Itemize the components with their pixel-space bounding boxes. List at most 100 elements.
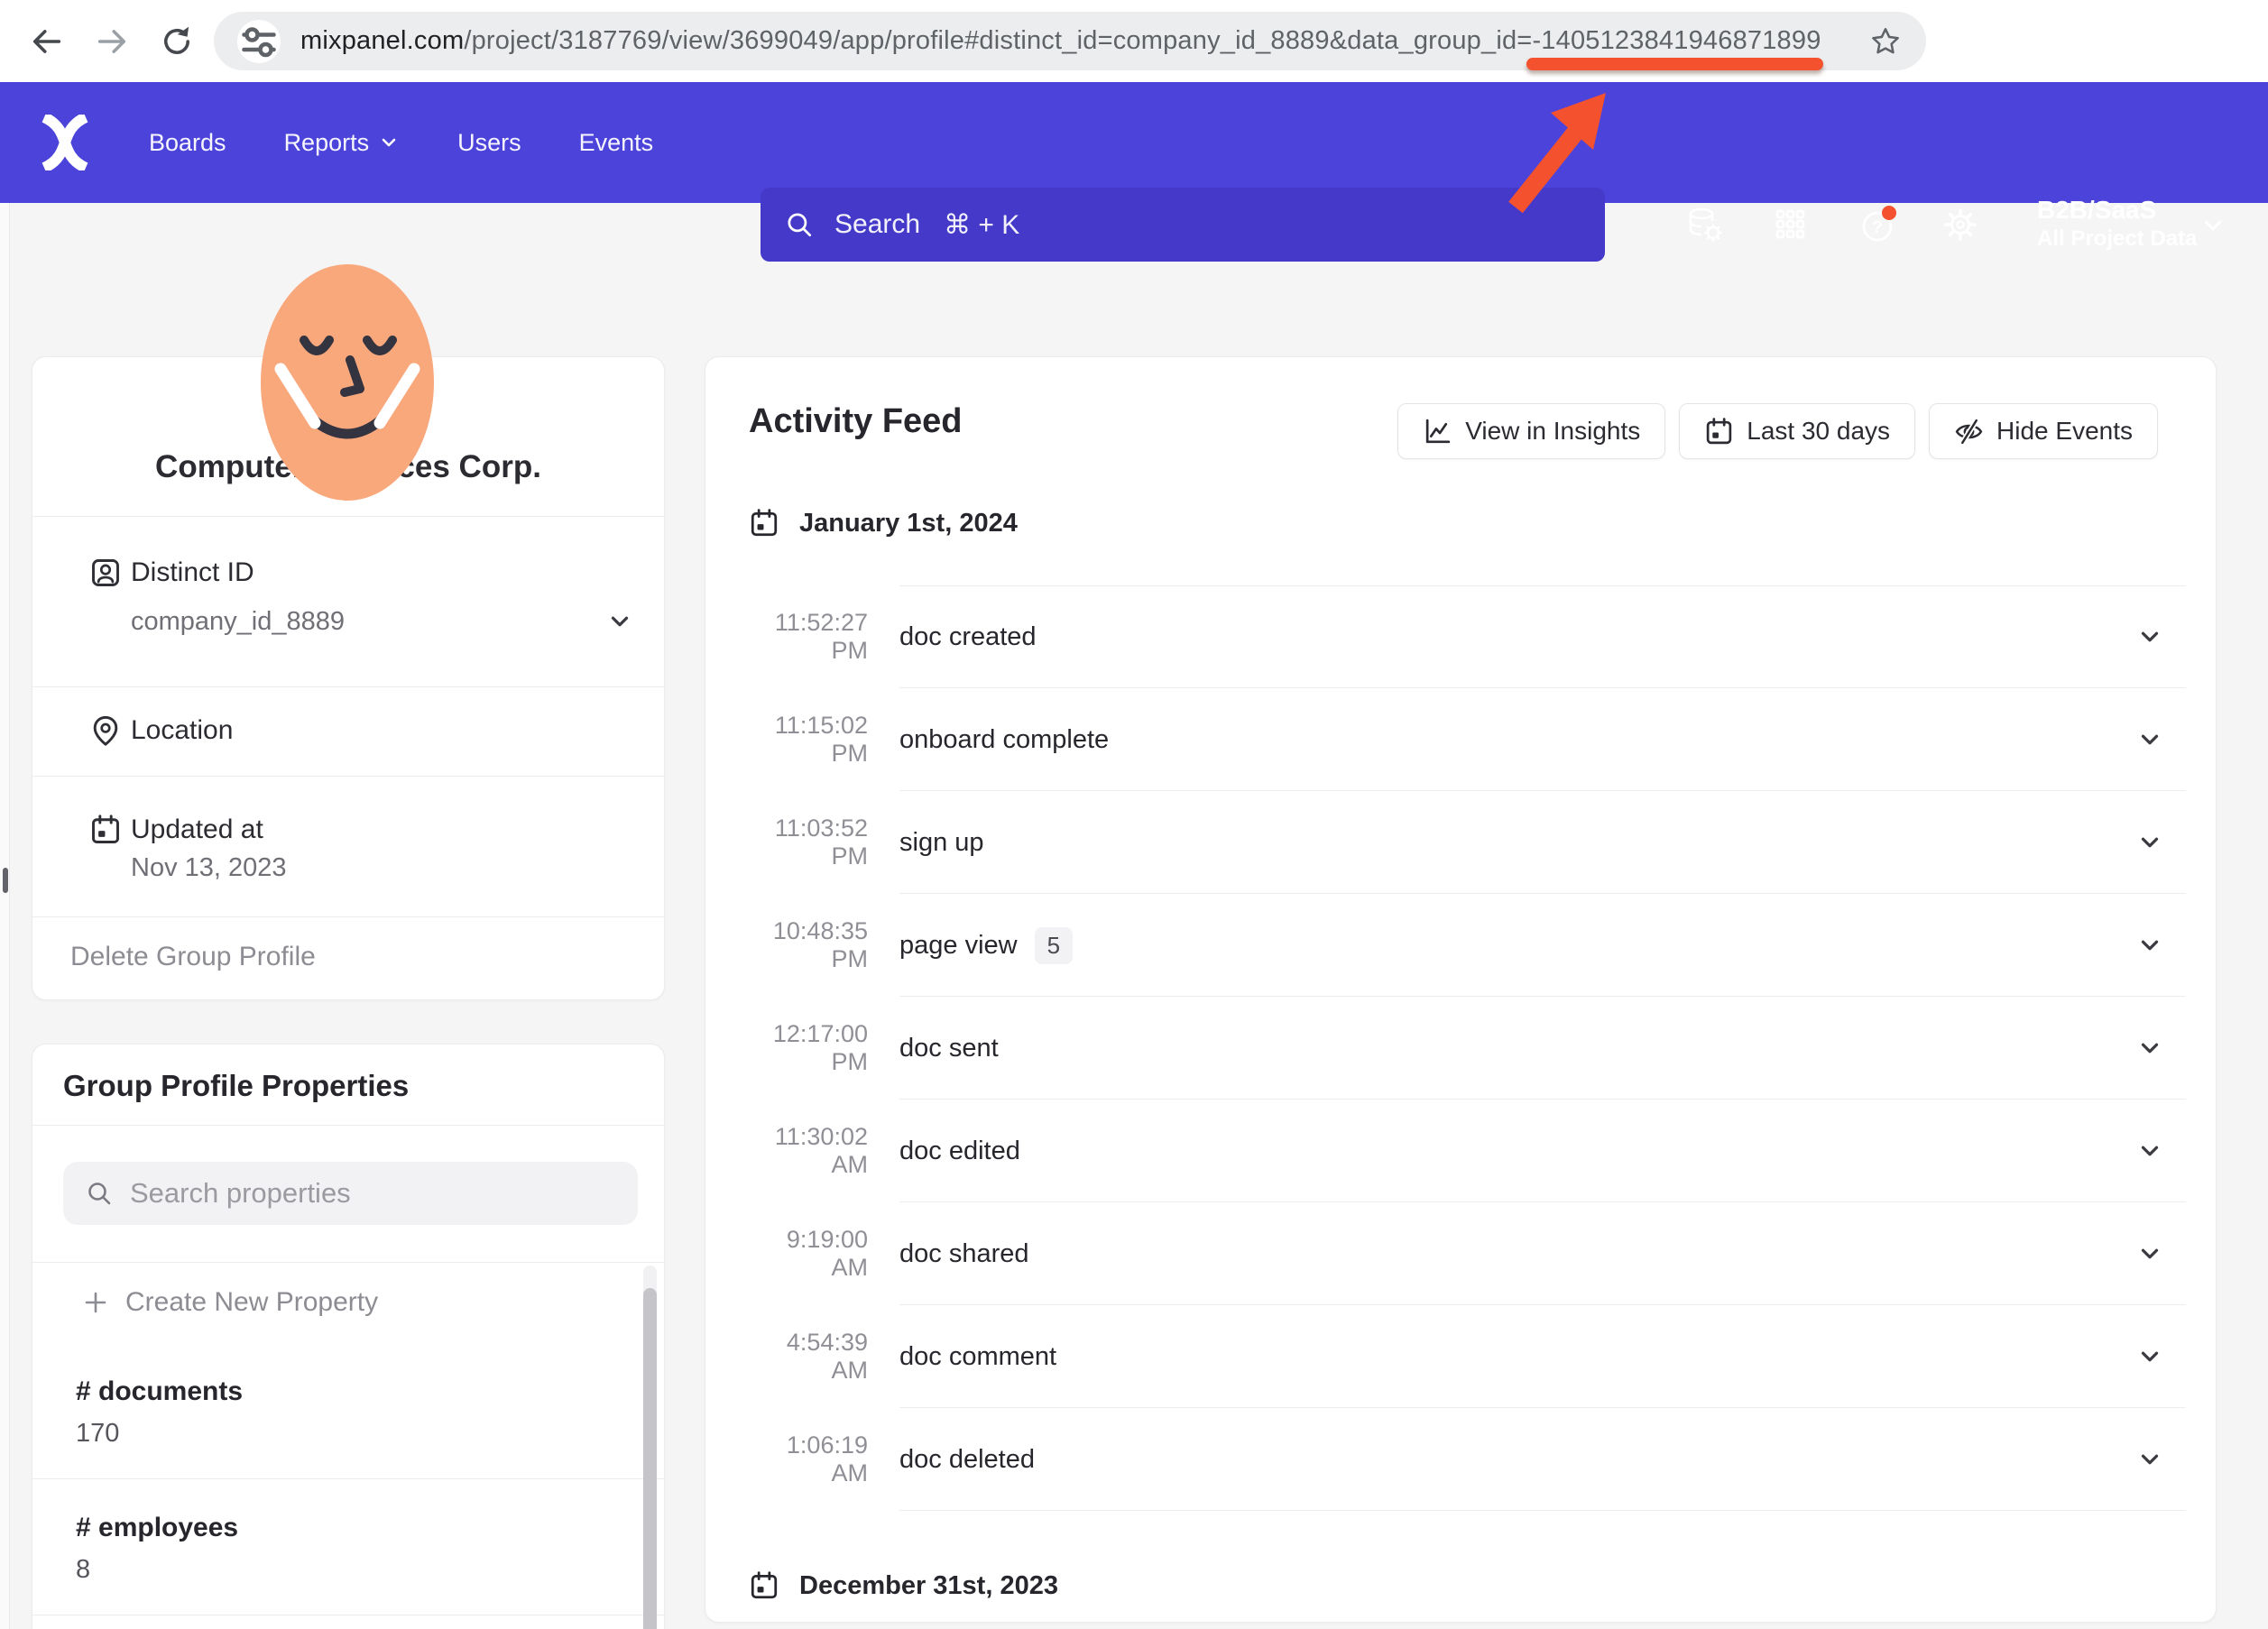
url-domain: mixpanel.com xyxy=(300,26,464,55)
activity-feed-card: Activity Feed View in Insights Last 30 d… xyxy=(705,356,2217,1623)
search-label: Search xyxy=(834,209,920,240)
create-new-property-button[interactable]: Create New Property xyxy=(32,1262,664,1343)
chart-line-icon xyxy=(1423,417,1452,446)
property-name: # employees xyxy=(76,1511,664,1545)
event-row[interactable]: 9:19:00 AM doc shared xyxy=(749,1202,2186,1305)
left-gutter xyxy=(0,203,10,1629)
feed-date-label: December 31st, 2023 xyxy=(799,1571,1058,1601)
event-time: 11:15:02 PM xyxy=(749,712,868,768)
project-name: B2B/SaaS xyxy=(2037,195,2197,225)
nav-item-label: Reports xyxy=(284,129,370,157)
event-row[interactable]: 11:15:02 PM onboard complete xyxy=(749,688,2186,791)
help-icon[interactable]: ? xyxy=(1859,205,1899,244)
properties-search[interactable] xyxy=(63,1162,638,1225)
chevron-down-icon[interactable] xyxy=(2136,623,2163,650)
feed-groups: January 1st, 2024 11:52:27 PM doc create… xyxy=(705,492,2216,1616)
site-controls-icon[interactable] xyxy=(237,20,281,63)
browser-window: mixpanel.com/project/3187769/view/369904… xyxy=(0,0,2268,1629)
field-label: Location xyxy=(131,715,233,746)
feed-header: Activity Feed View in Insights Last 30 d… xyxy=(705,357,2216,492)
browser-reload-icon[interactable] xyxy=(159,23,195,60)
plus-icon xyxy=(82,1289,109,1316)
browser-chrome: mixpanel.com/project/3187769/view/369904… xyxy=(0,0,2268,82)
nav-item-reports[interactable]: Reports xyxy=(284,129,401,157)
data-management-icon[interactable] xyxy=(1685,205,1725,244)
event-time: 10:48:35 PM xyxy=(749,917,868,973)
view-in-insights-button[interactable]: View in Insights xyxy=(1397,403,1665,459)
bookmark-star-icon[interactable] xyxy=(1868,24,1903,59)
event-name: doc created xyxy=(899,622,1037,652)
chevron-down-icon xyxy=(378,132,400,153)
nav-item-boards[interactable]: Boards xyxy=(149,129,226,157)
field-value: Nov 13, 2023 xyxy=(131,853,287,883)
url-highlighted-id: -1405123841946871899 xyxy=(1532,26,1821,55)
chevron-down-icon[interactable] xyxy=(2136,932,2163,959)
button-label: View in Insights xyxy=(1465,417,1640,446)
browser-forward-icon[interactable] xyxy=(94,23,130,60)
global-search-input[interactable]: Search ⌘ + K xyxy=(761,188,1605,262)
group-profile-properties-card: Group Profile Properties Create New Prop… xyxy=(32,1044,665,1629)
properties-title: Group Profile Properties xyxy=(63,1069,409,1103)
event-row[interactable]: 4:54:39 AM doc comment xyxy=(749,1305,2186,1408)
chevron-down-icon[interactable] xyxy=(2136,829,2163,856)
field-label: Distinct ID xyxy=(131,557,254,588)
calendar-icon xyxy=(749,508,779,538)
event-row[interactable]: 10:48:35 PM page view 5 xyxy=(749,894,2186,997)
event-list: 11:52:27 PM doc created 11:15:02 PM onbo… xyxy=(749,585,2186,1511)
url-path: /project/3187769/view/3699049/app/profil… xyxy=(464,26,1532,55)
event-name: doc deleted xyxy=(899,1445,1035,1475)
event-row[interactable]: 1:06:19 AM doc deleted xyxy=(749,1408,2186,1511)
scrollbar-thumb[interactable] xyxy=(643,1288,657,1629)
mixpanel-logo-icon[interactable] xyxy=(41,115,89,170)
create-new-property-label: Create New Property xyxy=(125,1287,378,1318)
property-name: # documents xyxy=(76,1375,664,1409)
chevron-down-icon[interactable] xyxy=(606,608,633,635)
properties-search-input[interactable] xyxy=(130,1177,599,1210)
nav-item-label: Boards xyxy=(149,129,226,157)
event-time: 9:19:00 AM xyxy=(749,1226,868,1282)
nav-item-label: Users xyxy=(457,129,521,157)
property-item[interactable]: # employees 8 xyxy=(32,1479,664,1615)
chevron-down-icon[interactable] xyxy=(2136,1240,2163,1267)
search-icon xyxy=(784,209,815,240)
id-badge-icon xyxy=(89,557,122,589)
event-name: doc comment xyxy=(899,1342,1056,1372)
event-row[interactable]: 11:03:52 PM sign up xyxy=(749,791,2186,894)
nav-item-events[interactable]: Events xyxy=(579,129,654,157)
field-value: company_id_8889 xyxy=(131,607,345,637)
chevron-down-icon[interactable] xyxy=(2136,1035,2163,1062)
event-count-badge: 5 xyxy=(1035,927,1073,964)
hide-events-button[interactable]: Hide Events xyxy=(1929,403,2158,459)
project-switcher[interactable]: B2B/SaaS All Project Data xyxy=(2037,195,2197,253)
feed-date-header: January 1st, 2024 xyxy=(705,492,2216,554)
event-name: doc shared xyxy=(899,1239,1029,1269)
apps-grid-icon[interactable] xyxy=(1771,205,1811,244)
settings-gear-icon[interactable] xyxy=(1941,205,1980,244)
chevron-down-icon[interactable] xyxy=(2136,1343,2163,1370)
event-row[interactable]: 11:30:02 AM doc edited xyxy=(749,1100,2186,1202)
property-value: 8 xyxy=(76,1553,664,1586)
event-row[interactable]: 12:17:00 PM doc sent xyxy=(749,997,2186,1100)
event-row[interactable]: 11:52:27 PM doc created xyxy=(749,585,2186,688)
nav-item-users[interactable]: Users xyxy=(457,129,521,157)
calendar-icon xyxy=(1704,417,1734,446)
button-label: Hide Events xyxy=(1996,417,2133,446)
chevron-down-icon[interactable] xyxy=(2136,1446,2163,1473)
url-text: mixpanel.com/project/3187769/view/369904… xyxy=(300,26,1856,56)
chevron-down-icon[interactable] xyxy=(2136,1137,2163,1164)
url-bar[interactable]: mixpanel.com/project/3187769/view/369904… xyxy=(214,12,1926,70)
event-name: doc edited xyxy=(899,1137,1020,1166)
property-item[interactable]: # documents 170 xyxy=(32,1343,664,1479)
event-name: sign up xyxy=(899,828,984,858)
location-pin-icon xyxy=(89,714,122,747)
event-time: 11:03:52 PM xyxy=(749,814,868,870)
chevron-down-icon[interactable] xyxy=(2136,726,2163,753)
button-label: Last 30 days xyxy=(1747,417,1890,446)
feed-date-label: January 1st, 2024 xyxy=(799,509,1018,538)
delete-group-profile-button[interactable]: Delete Group Profile xyxy=(70,942,316,972)
feed-title: Activity Feed xyxy=(749,402,963,441)
last-30-days-button[interactable]: Last 30 days xyxy=(1679,403,1915,459)
chevron-down-icon[interactable] xyxy=(2199,212,2227,239)
browser-back-icon[interactable] xyxy=(29,23,65,60)
event-name: page view xyxy=(899,931,1018,961)
